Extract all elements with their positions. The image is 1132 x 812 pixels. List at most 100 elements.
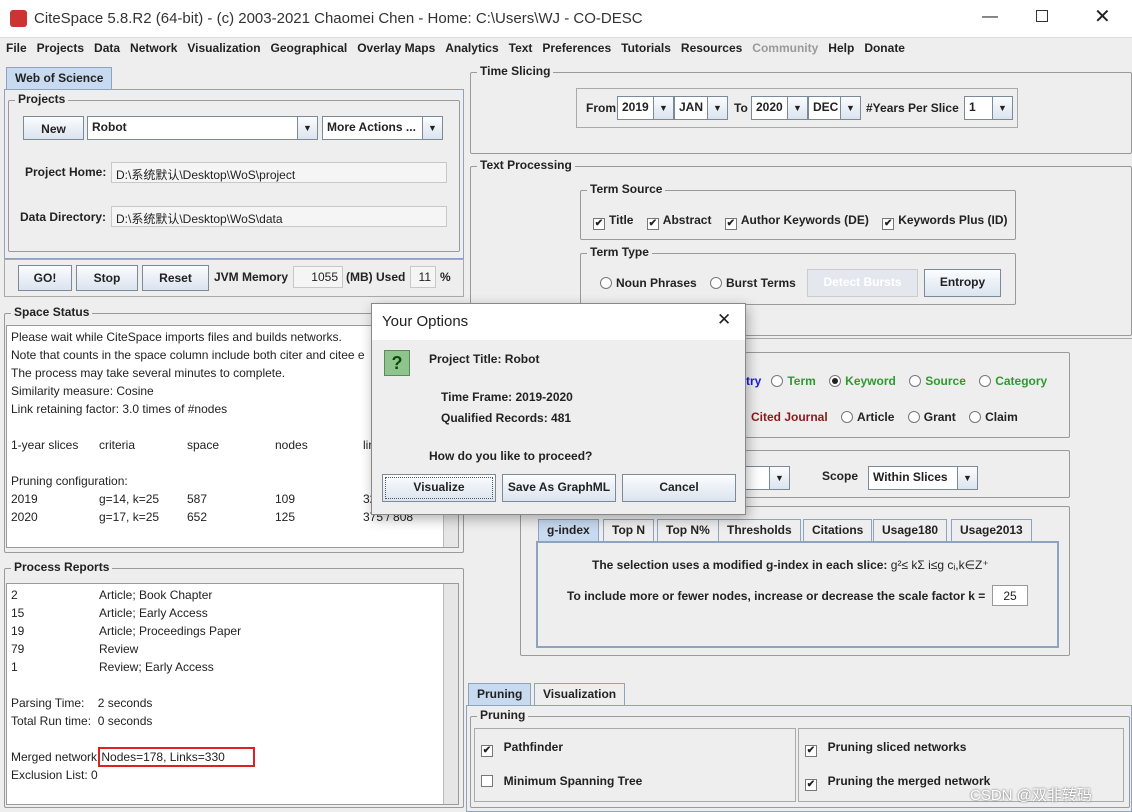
menu-file[interactable]: File — [0, 38, 31, 55]
maximize-button[interactable] — [1036, 10, 1048, 22]
stop-button[interactable]: Stop — [76, 265, 138, 291]
menu-text[interactable]: Text — [503, 38, 537, 55]
to-year-select[interactable]: 2020 ▼ — [751, 96, 808, 120]
radio-noun-phrases[interactable]: Noun Phrases — [600, 276, 697, 290]
menu-tutorials[interactable]: Tutorials — [615, 38, 675, 55]
to-month-select[interactable]: DEC ▼ — [808, 96, 861, 120]
tab-citations[interactable]: Citations — [803, 519, 873, 541]
radio-icon — [710, 277, 722, 289]
menu-resources[interactable]: Resources — [675, 38, 746, 55]
term-source-legend: Term Source — [587, 182, 666, 196]
checkbox-pruning-merged[interactable]: ✔ Pruning the merged network — [805, 774, 990, 791]
radio-label: Noun Phrases — [616, 276, 697, 290]
tab-usage180[interactable]: Usage180 — [873, 519, 948, 541]
close-button[interactable]: ✕ — [1094, 4, 1111, 29]
tab-top-n-percent[interactable]: Top N% — [657, 519, 719, 541]
menu-network[interactable]: Network — [124, 38, 181, 55]
radio-label: Burst Terms — [726, 276, 796, 290]
projects-legend: Projects — [15, 92, 69, 106]
dialog-qualified-records: Qualified Records: 481 — [441, 411, 572, 425]
radio-source[interactable]: Source — [909, 374, 966, 388]
menu-community[interactable]: Community — [746, 38, 822, 55]
chevron-down-icon: ▼ — [769, 467, 789, 489]
menu-preferences[interactable]: Preferences — [536, 38, 615, 55]
dialog-close-button[interactable]: ✕ — [717, 310, 731, 330]
entropy-button[interactable]: Entropy — [924, 269, 1001, 297]
scale-factor-k-input[interactable]: 25 — [992, 585, 1028, 606]
node-types-row1: try Term Keyword Source Category — [746, 374, 1047, 388]
menu-overlay-maps[interactable]: Overlay Maps — [351, 38, 439, 55]
cancel-button[interactable]: Cancel — [622, 474, 736, 502]
checkbox-pruning-sliced[interactable]: ✔ Pruning sliced networks — [805, 740, 966, 757]
go-button[interactable]: GO! — [18, 265, 72, 291]
tab-g-index[interactable]: g-index — [538, 519, 599, 541]
menu-help[interactable]: Help — [822, 38, 858, 55]
dialog-question: How do you like to proceed? — [429, 449, 593, 463]
visualize-button[interactable]: Visualize — [382, 474, 496, 502]
years-per-slice-select[interactable]: 1 ▼ — [964, 96, 1013, 120]
menu-data[interactable]: Data — [88, 38, 124, 55]
data-directory-field[interactable]: D:\系统默认\Desktop\WoS\data — [111, 206, 447, 227]
tab-thresholds[interactable]: Thresholds — [718, 519, 801, 541]
project-home-label: Project Home: — [25, 165, 107, 179]
project-home-field[interactable]: D:\系统默认\Desktop\WoS\project — [111, 162, 447, 183]
tab-web-of-science[interactable]: Web of Science — [6, 67, 113, 89]
checkbox-abstract[interactable]: ✔ Abstract — [646, 213, 711, 230]
memory-used-value: 11 — [410, 266, 436, 288]
radio-category[interactable]: Category — [979, 374, 1047, 388]
radio-cited-journal[interactable]: Cited Journal — [751, 410, 828, 424]
tab-usage2013[interactable]: Usage2013 — [951, 519, 1032, 541]
cell: Review; Early Access — [99, 660, 214, 674]
from-month-value: JAN — [679, 100, 704, 114]
merged-network-line: Merged network:Nodes=178, Links=330 — [11, 747, 454, 767]
tab-visualization[interactable]: Visualization — [534, 683, 626, 705]
checkbox-label: Keywords Plus (ID) — [898, 213, 1008, 227]
menu-analytics[interactable]: Analytics — [439, 38, 502, 55]
from-year-select[interactable]: 2019 ▼ — [617, 96, 674, 120]
radio-country[interactable]: try — [746, 374, 761, 388]
checkbox-mst[interactable]: Minimum Spanning Tree — [481, 774, 642, 788]
from-month-select[interactable]: JAN ▼ — [674, 96, 728, 120]
process-reports-scrollbar[interactable] — [443, 584, 458, 804]
menu-geographical[interactable]: Geographical — [265, 38, 352, 55]
more-actions-select[interactable]: More Actions ... ▼ — [322, 116, 443, 140]
merged-network-label: Merged network: — [11, 750, 101, 764]
tab-pruning[interactable]: Pruning — [468, 683, 532, 705]
minimize-button[interactable]: — — [982, 8, 998, 26]
years-per-slice-value: 1 — [969, 100, 976, 114]
reset-button[interactable]: Reset — [142, 265, 209, 291]
tab-top-n[interactable]: Top N — [603, 519, 655, 541]
radio-burst-terms[interactable]: Burst Terms — [710, 276, 796, 290]
radio-label: Grant — [923, 410, 956, 424]
menu-donate[interactable]: Donate — [858, 38, 909, 55]
report-row: 2 Article; Book Chapter — [11, 586, 454, 604]
detect-bursts-button[interactable]: Detect Bursts — [807, 269, 918, 297]
checkbox-keywords-plus[interactable]: ✔ Keywords Plus (ID) — [882, 213, 1008, 230]
links-select[interactable]: ▼ — [740, 466, 790, 490]
save-as-graphml-button[interactable]: Save As GraphML — [502, 474, 616, 502]
checkbox-pathfinder[interactable]: ✔ Pathfinder — [481, 740, 563, 757]
radio-article[interactable]: Article — [841, 410, 894, 424]
checkbox-label: Minimum Spanning Tree — [503, 774, 643, 788]
menu-projects[interactable]: Projects — [31, 38, 88, 55]
radio-claim[interactable]: Claim — [969, 410, 1018, 424]
radio-label: Source — [925, 374, 966, 388]
from-label: From — [586, 101, 616, 115]
menu-visualization[interactable]: Visualization — [181, 38, 264, 55]
radio-grant[interactable]: Grant — [907, 410, 956, 424]
more-actions-value: More Actions ... — [327, 120, 416, 134]
radio-icon — [907, 411, 920, 423]
checkbox-title[interactable]: ✔ Title — [593, 213, 633, 230]
radio-keyword[interactable]: Keyword — [829, 374, 896, 388]
radio-label: Category — [995, 374, 1048, 388]
project-select[interactable]: Robot ▼ — [87, 116, 318, 140]
scope-select[interactable]: Within Slices ▼ — [868, 466, 978, 490]
chevron-down-icon: ▼ — [840, 97, 860, 119]
radio-term[interactable]: Term — [771, 374, 816, 388]
cell: 19 — [11, 624, 25, 638]
exclusion-list: Exclusion List: 0 — [11, 768, 98, 782]
cell: 2020 — [11, 510, 38, 524]
new-project-button[interactable]: New — [23, 116, 84, 140]
checkbox-author-keywords[interactable]: ✔ Author Keywords (DE) — [724, 213, 869, 230]
process-reports-text: 2 Article; Book Chapter 15 Article; Early … — [6, 583, 459, 805]
